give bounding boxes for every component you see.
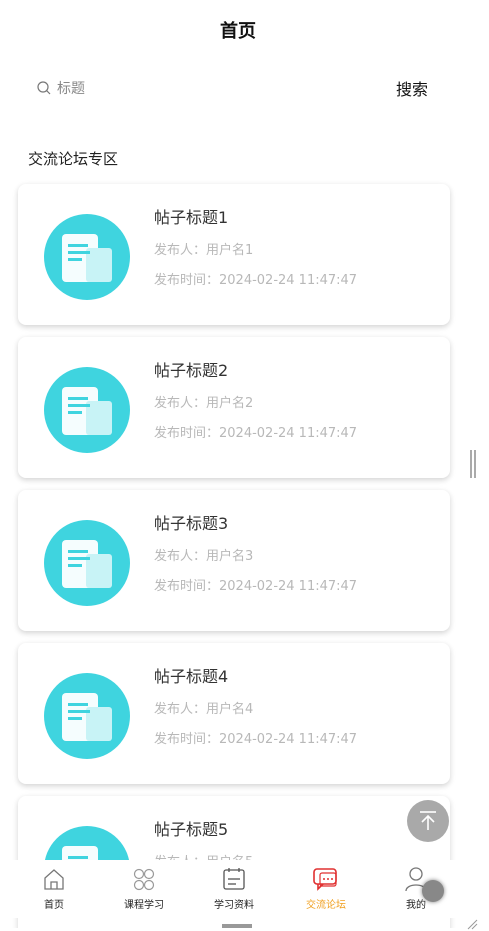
chat-icon [313, 868, 337, 891]
scrollbar-handle[interactable] [470, 450, 476, 478]
post-title: 帖子标题2 [154, 361, 229, 380]
post-author: 发布人：用户名2 [154, 396, 254, 411]
post-author: 发布人：用户名4 [154, 702, 254, 717]
bottom-tab-bar: 首页 课程学习 学习资料 交流论坛 我的 [8, 860, 468, 918]
post-card[interactable]: 帖子标题3 发布人：用户名3 发布时间：2024-02-24 11:47:47 [18, 490, 450, 631]
tab-home[interactable]: 首页 [14, 866, 94, 911]
app-frame: 首页 标题 搜索 交流论坛专区 帖子标题1 发布人：用户名1 发布时间：2024… [8, 8, 468, 928]
post-author: 发布人：用户名1 [154, 243, 254, 258]
resize-handle-icon[interactable] [466, 918, 478, 930]
page-header: 首页 [8, 8, 468, 56]
tab-label: 我的 [406, 900, 426, 911]
post-card[interactable]: 帖子标题4 发布人：用户名4 发布时间：2024-02-24 11:47:47 [18, 643, 450, 784]
home-icon [44, 869, 64, 890]
home-indicator [222, 924, 252, 928]
arrow-up-icon [420, 811, 436, 830]
post-title: 帖子标题5 [154, 820, 229, 839]
section-title: 交流论坛专区 [28, 150, 119, 168]
post-time: 发布时间：2024-02-24 11:47:47 [154, 426, 358, 441]
tab-label: 学习资料 [214, 900, 254, 911]
post-time: 发布时间：2024-02-24 11:47:47 [154, 579, 358, 594]
search-input[interactable]: 标题 [57, 78, 85, 98]
document-icon [44, 673, 130, 759]
post-title: 帖子标题1 [154, 208, 229, 227]
document-icon [44, 367, 130, 453]
post-card[interactable]: 帖子标题2 发布人：用户名2 发布时间：2024-02-24 11:47:47 [18, 337, 450, 478]
tab-courses[interactable]: 课程学习 [104, 866, 184, 911]
tab-materials[interactable]: 学习资料 [194, 866, 274, 911]
tab-label: 交流论坛 [306, 900, 346, 911]
search-icon [37, 81, 51, 95]
tab-forum[interactable]: 交流论坛 [286, 866, 366, 911]
post-title: 帖子标题3 [154, 514, 229, 533]
post-author: 发布人：用户名3 [154, 549, 254, 564]
tab-label: 课程学习 [124, 900, 164, 911]
post-time: 发布时间：2024-02-24 11:47:47 [154, 732, 358, 747]
post-card[interactable]: 帖子标题1 发布人：用户名1 发布时间：2024-02-24 11:47:47 [18, 184, 450, 325]
page-title: 首页 [220, 21, 256, 42]
tab-profile[interactable]: 我的 [376, 866, 456, 911]
grid-icon [133, 868, 155, 891]
document-icon [44, 520, 130, 606]
post-title: 帖子标题4 [154, 667, 229, 686]
search-bar[interactable]: 标题 搜索 [8, 70, 468, 106]
tab-label: 首页 [44, 900, 64, 911]
floating-assist-button[interactable] [422, 880, 444, 902]
document-icon [44, 214, 130, 300]
back-to-top-button[interactable] [407, 800, 449, 842]
post-time: 发布时间：2024-02-24 11:47:47 [154, 273, 358, 288]
search-button[interactable]: 搜索 [396, 76, 428, 100]
document-icon [223, 868, 245, 890]
